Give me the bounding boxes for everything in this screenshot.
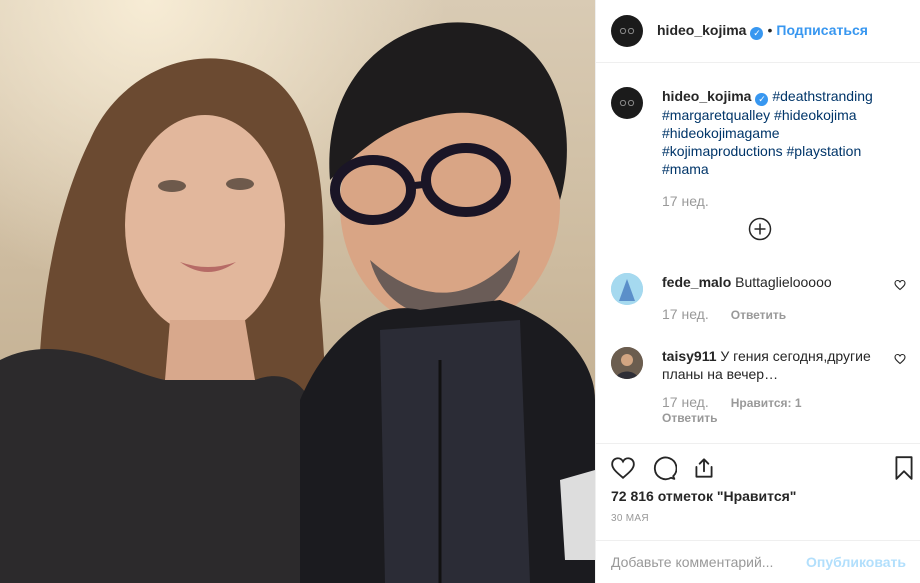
avatar-image-icon bbox=[611, 347, 643, 379]
caption-avatar[interactable] bbox=[611, 87, 643, 119]
share-icon[interactable] bbox=[691, 455, 717, 481]
publish-button[interactable]: Опубликовать bbox=[806, 554, 906, 570]
verified-icon: ✓ bbox=[750, 27, 764, 40]
photo-illustration bbox=[0, 0, 595, 583]
post-photo[interactable] bbox=[0, 0, 595, 583]
action-bar bbox=[596, 443, 920, 492]
author-username[interactable]: hideo_kojima bbox=[657, 22, 746, 38]
instagram-post: hideo_kojima ✓ • Подписаться hideo_kojima ✓ … bbox=[0, 0, 920, 583]
plus-circle-icon[interactable] bbox=[748, 217, 772, 241]
separator-dot: • bbox=[767, 22, 773, 38]
comments-list[interactable]: hideo_kojima ✓ #deathstranding #margaretq… bbox=[596, 63, 920, 443]
commenter-avatar[interactable] bbox=[611, 273, 643, 305]
author-avatar[interactable] bbox=[611, 15, 643, 47]
hashtag-link[interactable]: #hideokojimagame bbox=[662, 125, 780, 141]
commenter-avatar[interactable] bbox=[611, 347, 643, 379]
comment-username[interactable]: taisy911 bbox=[662, 348, 717, 364]
hashtag-link[interactable]: #kojimaproductions #playstation bbox=[662, 143, 861, 159]
hashtag-link[interactable]: #margaretqualley #hideokojima bbox=[662, 107, 857, 123]
reply-button[interactable]: Ответить bbox=[662, 411, 717, 425]
caption-username[interactable]: hideo_kojima bbox=[662, 88, 751, 104]
bookmark-icon[interactable] bbox=[891, 455, 917, 481]
comment-input[interactable] bbox=[611, 554, 807, 570]
comment-text: У гения сегодня,другие bbox=[720, 348, 871, 364]
comment-time[interactable]: 17 нед. bbox=[662, 394, 709, 410]
hashtag-link[interactable]: #mama bbox=[662, 161, 709, 177]
heart-icon[interactable] bbox=[894, 279, 906, 291]
comment-username[interactable]: fede_malo bbox=[662, 274, 731, 290]
post-date: 30 МАЯ bbox=[611, 513, 649, 524]
post-header: hideo_kojima ✓ • Подписаться bbox=[596, 0, 920, 63]
verified-icon: ✓ bbox=[755, 93, 769, 106]
likes-count-link[interactable]: Нравится: 1 bbox=[731, 396, 802, 410]
follow-button[interactable]: Подписаться bbox=[776, 22, 868, 38]
comment-text: Buttaglielooooo bbox=[735, 274, 832, 290]
avatar-glasses-icon bbox=[619, 28, 635, 34]
avatar-image-icon bbox=[611, 273, 643, 305]
caption-time[interactable]: 17 нед. bbox=[662, 192, 906, 210]
heart-icon[interactable] bbox=[610, 455, 636, 481]
comment-icon[interactable] bbox=[651, 455, 677, 481]
add-comment-bar: Опубликовать bbox=[596, 540, 920, 583]
comment-item: fede_malo Buttaglielooooo 17 нед. Ответит… bbox=[611, 273, 906, 324]
likes-count[interactable]: 72 816 отметок "Нравится" bbox=[611, 488, 796, 504]
reply-button[interactable]: Ответить bbox=[731, 308, 786, 322]
avatar-glasses-icon bbox=[619, 100, 635, 106]
caption: hideo_kojima ✓ #deathstranding #margaretq… bbox=[611, 87, 906, 210]
comment-text: планы на вечер… bbox=[662, 366, 779, 382]
comment-item: taisy911 У гения сегодня,другие планы на… bbox=[611, 347, 906, 425]
heart-icon[interactable] bbox=[894, 353, 906, 365]
comment-time[interactable]: 17 нед. bbox=[662, 306, 709, 322]
post-side-panel: hideo_kojima ✓ • Подписаться hideo_kojima ✓ … bbox=[595, 0, 920, 583]
hashtag-link[interactable]: #deathstranding bbox=[772, 88, 872, 104]
